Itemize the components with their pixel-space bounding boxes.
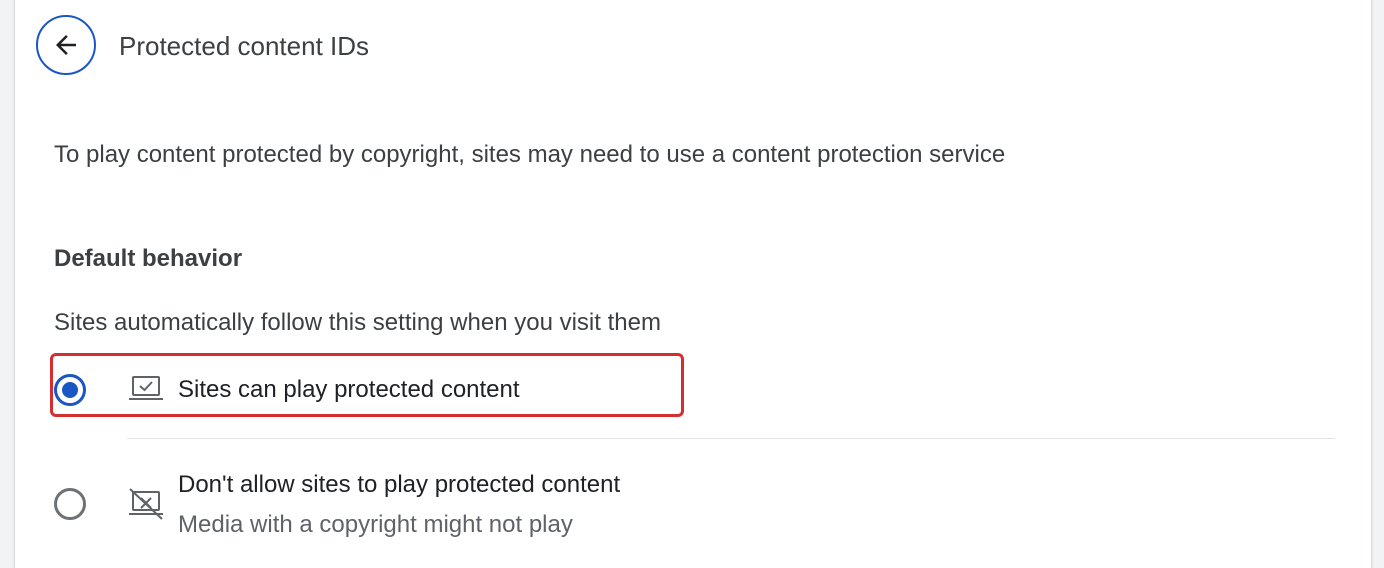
arrow-left-icon bbox=[56, 35, 76, 55]
section-subheading: Sites automatically follow this setting … bbox=[54, 309, 661, 336]
option-block-label: Don't allow sites to play protected cont… bbox=[178, 471, 621, 498]
radio-allow-selected[interactable] bbox=[54, 374, 86, 406]
option-divider bbox=[127, 438, 1335, 439]
option-block-sublabel: Media with a copyright might not play bbox=[178, 511, 573, 538]
laptop-check-icon bbox=[129, 376, 163, 400]
option-allow-protected-content[interactable]: Sites can play protected content bbox=[15, 352, 1371, 418]
section-heading: Default behavior bbox=[54, 245, 243, 272]
page-title: Protected content IDs bbox=[119, 31, 370, 61]
laptop-blocked-icon bbox=[129, 488, 163, 520]
back-button[interactable] bbox=[36, 15, 96, 75]
option-allow-label: Sites can play protected content bbox=[178, 376, 520, 403]
option-block-protected-content[interactable]: Don't allow sites to play protected cont… bbox=[15, 458, 1371, 548]
radio-block-unselected[interactable] bbox=[54, 488, 86, 520]
page-description: To play content protected by copyright, … bbox=[54, 141, 1006, 168]
settings-card: Protected content IDs To play content pr… bbox=[14, 0, 1372, 568]
